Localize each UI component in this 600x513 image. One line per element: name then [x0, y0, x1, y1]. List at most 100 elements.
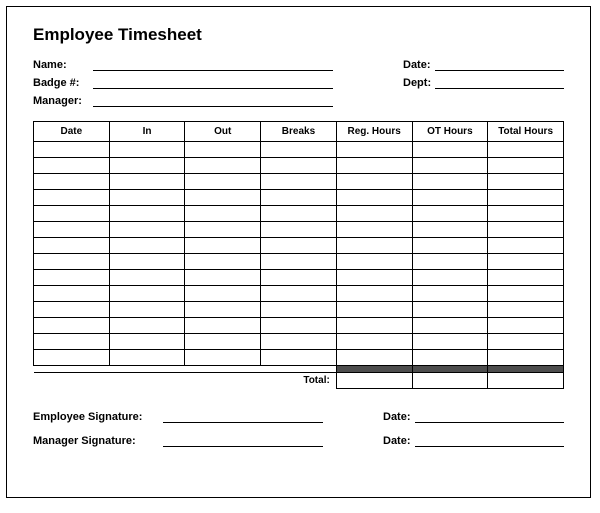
table-cell[interactable]: [109, 206, 185, 222]
table-cell[interactable]: [412, 174, 488, 190]
total-ot[interactable]: [412, 373, 488, 389]
table-cell[interactable]: [488, 318, 564, 334]
table-cell[interactable]: [336, 238, 412, 254]
table-cell[interactable]: [185, 318, 261, 334]
table-cell[interactable]: [412, 206, 488, 222]
table-cell[interactable]: [34, 334, 110, 350]
table-cell[interactable]: [412, 302, 488, 318]
table-cell[interactable]: [336, 206, 412, 222]
mgr-sig-date-field[interactable]: [415, 435, 564, 447]
table-cell[interactable]: [261, 350, 337, 366]
table-cell[interactable]: [261, 254, 337, 270]
table-cell[interactable]: [109, 222, 185, 238]
table-cell[interactable]: [412, 238, 488, 254]
table-cell[interactable]: [488, 206, 564, 222]
table-cell[interactable]: [261, 158, 337, 174]
table-cell[interactable]: [34, 190, 110, 206]
table-cell[interactable]: [412, 334, 488, 350]
table-cell[interactable]: [185, 222, 261, 238]
table-cell[interactable]: [488, 142, 564, 158]
table-cell[interactable]: [109, 270, 185, 286]
table-cell[interactable]: [336, 222, 412, 238]
table-cell[interactable]: [488, 222, 564, 238]
table-cell[interactable]: [336, 254, 412, 270]
table-cell[interactable]: [261, 174, 337, 190]
table-cell[interactable]: [185, 206, 261, 222]
table-cell[interactable]: [412, 222, 488, 238]
table-cell[interactable]: [261, 190, 337, 206]
table-cell[interactable]: [488, 238, 564, 254]
table-cell[interactable]: [261, 318, 337, 334]
table-cell[interactable]: [34, 174, 110, 190]
table-cell[interactable]: [261, 206, 337, 222]
table-cell[interactable]: [488, 334, 564, 350]
table-cell[interactable]: [488, 302, 564, 318]
table-cell[interactable]: [336, 158, 412, 174]
table-cell[interactable]: [488, 286, 564, 302]
table-cell[interactable]: [336, 142, 412, 158]
table-cell[interactable]: [412, 318, 488, 334]
table-cell[interactable]: [488, 254, 564, 270]
table-cell[interactable]: [261, 142, 337, 158]
dept-field[interactable]: [435, 77, 564, 89]
table-cell[interactable]: [261, 302, 337, 318]
table-cell[interactable]: [488, 158, 564, 174]
table-cell[interactable]: [109, 158, 185, 174]
table-cell[interactable]: [261, 238, 337, 254]
table-cell[interactable]: [412, 190, 488, 206]
table-cell[interactable]: [34, 158, 110, 174]
table-cell[interactable]: [412, 270, 488, 286]
table-cell[interactable]: [109, 238, 185, 254]
table-cell[interactable]: [185, 334, 261, 350]
table-cell[interactable]: [185, 270, 261, 286]
table-cell[interactable]: [109, 318, 185, 334]
table-cell[interactable]: [185, 350, 261, 366]
table-cell[interactable]: [109, 142, 185, 158]
table-cell[interactable]: [336, 302, 412, 318]
table-cell[interactable]: [34, 206, 110, 222]
table-cell[interactable]: [261, 270, 337, 286]
total-reg[interactable]: [336, 373, 412, 389]
table-cell[interactable]: [185, 158, 261, 174]
table-cell[interactable]: [185, 238, 261, 254]
table-cell[interactable]: [261, 222, 337, 238]
table-cell[interactable]: [336, 350, 412, 366]
table-cell[interactable]: [34, 286, 110, 302]
date-field[interactable]: [435, 59, 564, 71]
table-cell[interactable]: [336, 190, 412, 206]
table-cell[interactable]: [336, 334, 412, 350]
table-cell[interactable]: [109, 174, 185, 190]
table-cell[interactable]: [185, 142, 261, 158]
table-cell[interactable]: [185, 174, 261, 190]
table-cell[interactable]: [34, 302, 110, 318]
table-cell[interactable]: [185, 190, 261, 206]
table-cell[interactable]: [336, 318, 412, 334]
table-cell[interactable]: [336, 174, 412, 190]
emp-sig-field[interactable]: [163, 411, 323, 423]
table-cell[interactable]: [185, 286, 261, 302]
table-cell[interactable]: [488, 190, 564, 206]
table-cell[interactable]: [336, 270, 412, 286]
table-cell[interactable]: [412, 350, 488, 366]
table-cell[interactable]: [412, 254, 488, 270]
table-cell[interactable]: [34, 254, 110, 270]
table-cell[interactable]: [336, 286, 412, 302]
table-cell[interactable]: [412, 286, 488, 302]
table-cell[interactable]: [261, 286, 337, 302]
total-all[interactable]: [488, 373, 564, 389]
mgr-sig-field[interactable]: [163, 435, 323, 447]
table-cell[interactable]: [185, 254, 261, 270]
table-cell[interactable]: [34, 270, 110, 286]
table-cell[interactable]: [109, 350, 185, 366]
table-cell[interactable]: [412, 142, 488, 158]
table-cell[interactable]: [109, 190, 185, 206]
table-cell[interactable]: [185, 302, 261, 318]
table-cell[interactable]: [109, 334, 185, 350]
table-cell[interactable]: [34, 222, 110, 238]
table-cell[interactable]: [34, 238, 110, 254]
table-cell[interactable]: [109, 302, 185, 318]
table-cell[interactable]: [109, 254, 185, 270]
table-cell[interactable]: [34, 142, 110, 158]
badge-field[interactable]: [93, 77, 333, 89]
table-cell[interactable]: [261, 334, 337, 350]
